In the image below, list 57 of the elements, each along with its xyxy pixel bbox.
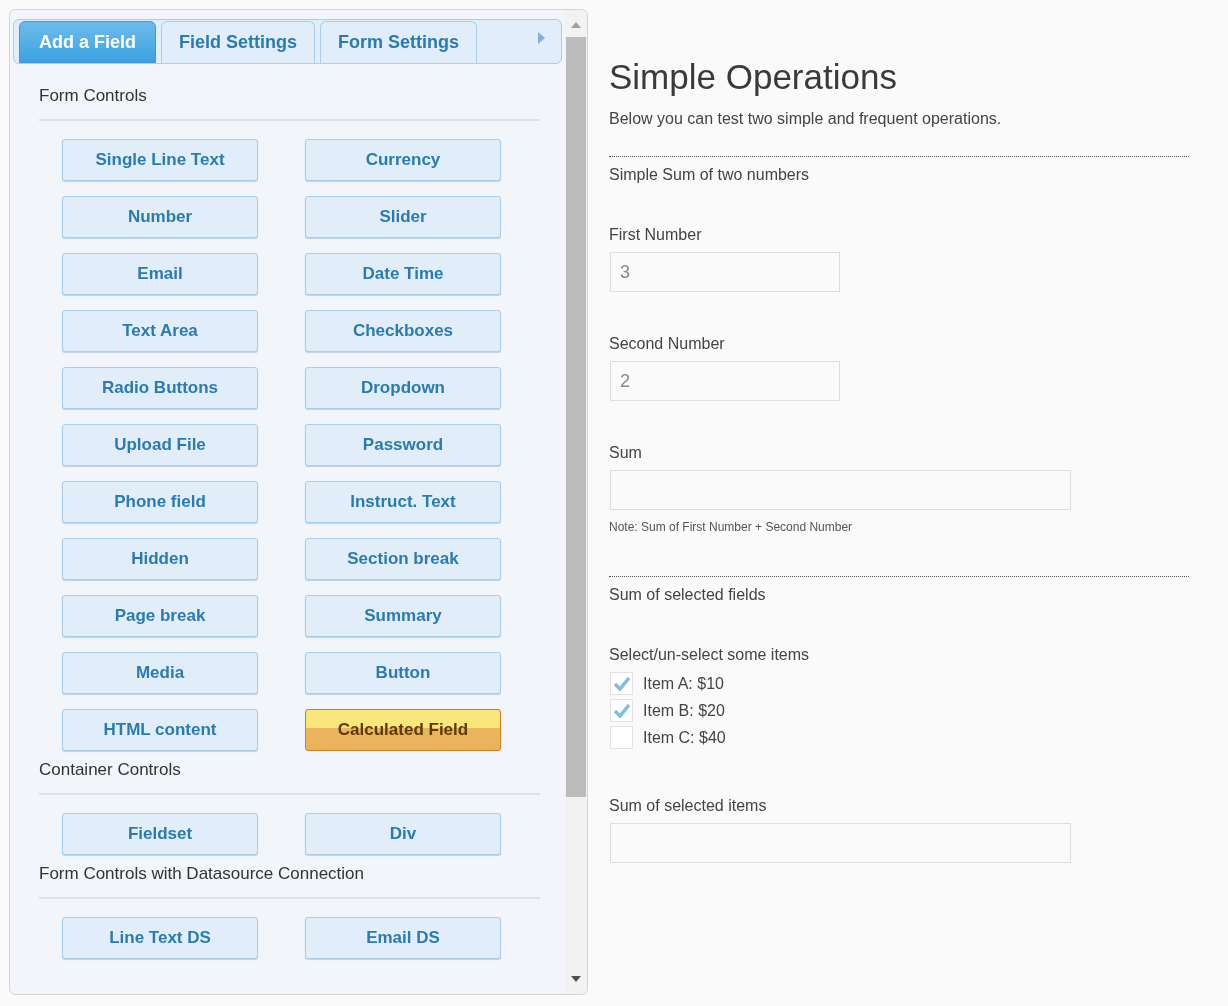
scroll-down-icon[interactable] (571, 976, 581, 982)
field-type-button[interactable]: Media (62, 652, 258, 694)
checkbox-label: Item B: $20 (643, 700, 725, 721)
section-title: Sum of selected fields (609, 585, 767, 605)
field-label: Second Number (609, 334, 726, 354)
checkbox-label: Item A: $10 (643, 673, 724, 694)
section-title: Simple Sum of two numbers (609, 165, 811, 185)
field-type-button[interactable]: Text Area (62, 310, 258, 352)
field-type-button[interactable]: Radio Buttons (62, 367, 258, 409)
field-type-button[interactable]: HTML content (62, 709, 258, 751)
field-type-button[interactable]: Dropdown (305, 367, 501, 409)
field-type-button[interactable]: Phone field (62, 481, 258, 523)
input-field[interactable]: 2 (610, 361, 840, 401)
field-type-button[interactable]: Section break (305, 538, 501, 580)
field-type-button[interactable]: Hidden (62, 538, 258, 580)
input-field[interactable] (610, 823, 1071, 863)
input-field[interactable]: 3 (610, 252, 840, 292)
field-label: Sum (609, 443, 643, 463)
tab[interactable]: Add a Field (19, 21, 156, 63)
checkbox[interactable] (610, 726, 633, 749)
field-label: Sum of selected items (609, 796, 768, 816)
scrollbar-thumb[interactable] (566, 37, 586, 797)
scrollbar[interactable] (565, 10, 587, 994)
field-type-button[interactable]: Upload File (62, 424, 258, 466)
field-type-button[interactable]: Single Line Text (62, 139, 258, 181)
scroll-up-icon[interactable] (571, 22, 581, 28)
field-type-button[interactable]: Email (62, 253, 258, 295)
field-type-button[interactable]: Calculated Field (305, 709, 501, 751)
tab[interactable]: Form Settings (320, 21, 478, 63)
checkbox[interactable] (610, 672, 633, 695)
checkbox[interactable] (610, 699, 633, 722)
field-type-button[interactable]: Checkboxes (305, 310, 501, 352)
field-type-button[interactable]: Email DS (305, 917, 501, 959)
field-type-button[interactable]: Fieldset (62, 813, 258, 855)
tab[interactable]: Field Settings (161, 21, 316, 63)
field-type-button[interactable]: Button (305, 652, 501, 694)
field-type-button[interactable]: Line Text DS (62, 917, 258, 959)
field-type-button[interactable]: Currency (305, 139, 501, 181)
field-type-button[interactable]: Page break (62, 595, 258, 637)
form-description: Below you can test two simple and frequent operations. (609, 109, 1003, 129)
section-heading: Container Controls (39, 760, 182, 780)
section-heading: Form Controls with Datasource Connection (39, 864, 366, 884)
field-type-button[interactable]: Password (305, 424, 501, 466)
field-type-button[interactable]: Slider (305, 196, 501, 238)
form-title: Simple Operations (609, 56, 898, 98)
field-note: Note: Sum of First Number + Second Number (609, 519, 854, 536)
input-field[interactable] (610, 470, 1071, 510)
field-type-button[interactable]: Summary (305, 595, 501, 637)
field-type-button[interactable]: Number (62, 196, 258, 238)
checkbox-label: Item C: $40 (643, 727, 726, 748)
section-heading: Form Controls (39, 86, 148, 106)
scroll-right-icon[interactable] (538, 32, 545, 44)
field-label: First Number (609, 225, 703, 245)
field-type-button[interactable]: Div (305, 813, 501, 855)
field-label: Select/un-select some items (609, 645, 811, 665)
field-type-button[interactable]: Date Time (305, 253, 501, 295)
field-type-button[interactable]: Instruct. Text (305, 481, 501, 523)
